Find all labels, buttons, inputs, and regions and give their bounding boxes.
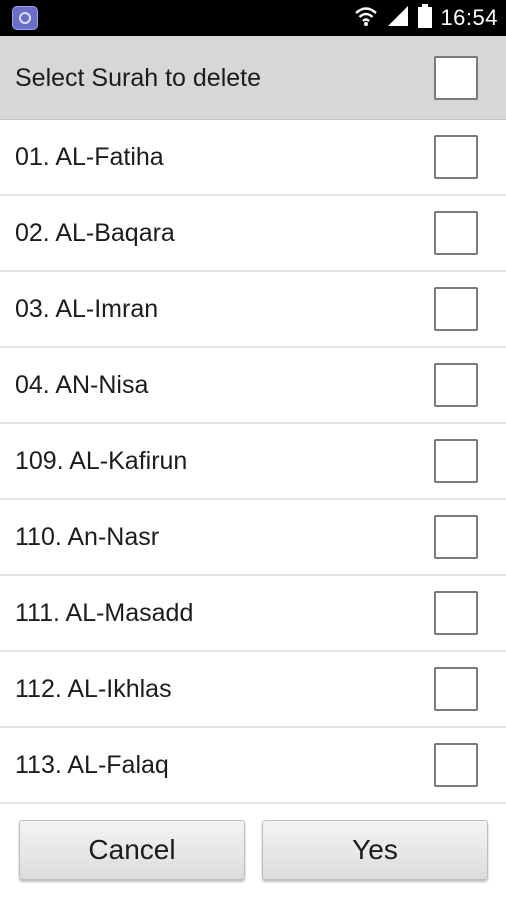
surah-label: 02. AL-Baqara: [15, 219, 175, 247]
cancel-button[interactable]: Cancel: [19, 820, 245, 880]
signal-icon: [386, 5, 410, 32]
list-item[interactable]: 04. AN-Nisa: [0, 348, 506, 424]
list-item[interactable]: 113. AL-Falaq: [0, 728, 506, 804]
dialog-header: Select Surah to delete: [0, 36, 506, 120]
surah-checkbox[interactable]: [434, 439, 478, 483]
surah-label: 109. AL-Kafirun: [15, 447, 188, 475]
surah-checkbox[interactable]: [434, 515, 478, 559]
list-item[interactable]: 111. AL-Masadd: [0, 576, 506, 652]
surah-label: 01. AL-Fatiha: [15, 143, 164, 171]
surah-checkbox[interactable]: [434, 363, 478, 407]
app-icon: [12, 6, 38, 30]
status-time: 16:54: [440, 5, 498, 30]
surah-checkbox[interactable]: [434, 211, 478, 255]
list-item[interactable]: 01. AL-Fatiha: [0, 120, 506, 196]
surah-checkbox[interactable]: [434, 135, 478, 179]
dialog-title: Select Surah to delete: [15, 64, 261, 92]
list-item[interactable]: 03. AL-Imran: [0, 272, 506, 348]
surah-checkbox[interactable]: [434, 667, 478, 711]
list-item[interactable]: 112. AL-Ikhlas: [0, 652, 506, 728]
select-all-checkbox[interactable]: [434, 56, 478, 100]
surah-label: 04. AN-Nisa: [15, 371, 149, 399]
status-icons: 16:54: [354, 0, 498, 36]
surah-label: 110. An-Nasr: [15, 523, 160, 551]
dialog-footer: Cancel Yes: [0, 804, 506, 900]
list-item[interactable]: 109. AL-Kafirun: [0, 424, 506, 500]
wifi-icon: [354, 5, 378, 32]
list-item[interactable]: 110. An-Nasr: [0, 500, 506, 576]
surah-label: 112. AL-Ikhlas: [15, 675, 172, 703]
battery-icon: [418, 3, 433, 33]
surah-label: 111. AL-Masadd: [15, 599, 194, 627]
list-item[interactable]: 02. AL-Baqara: [0, 196, 506, 272]
status-bar: 16:54: [0, 0, 506, 36]
surah-checkbox[interactable]: [434, 743, 478, 787]
surah-checkbox[interactable]: [434, 287, 478, 331]
surah-checkbox[interactable]: [434, 591, 478, 635]
surah-list: 01. AL-Fatiha 02. AL-Baqara 03. AL-Imran…: [0, 120, 506, 804]
yes-button[interactable]: Yes: [262, 820, 488, 880]
surah-label: 113. AL-Falaq: [15, 751, 169, 779]
surah-label: 03. AL-Imran: [15, 295, 159, 323]
